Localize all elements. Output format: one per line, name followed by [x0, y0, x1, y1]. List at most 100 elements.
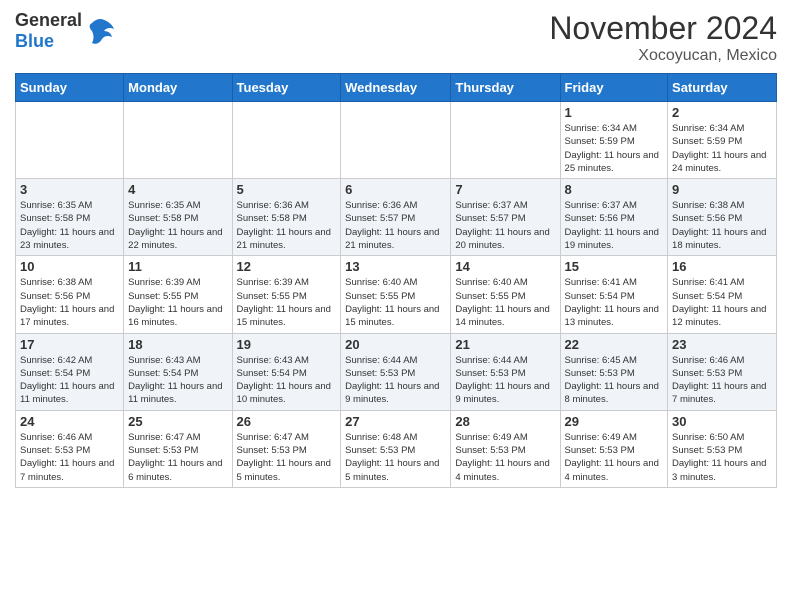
day-number: 26 — [237, 414, 337, 429]
calendar-cell: 13 Sunrise: 6:40 AM Sunset: 5:55 PM Dayli… — [341, 256, 451, 333]
day-info: Sunrise: 6:36 AM Sunset: 5:57 PM Dayligh… — [345, 199, 446, 252]
day-info: Sunrise: 6:37 AM Sunset: 5:57 PM Dayligh… — [455, 199, 555, 252]
day-info: Sunrise: 6:40 AM Sunset: 5:55 PM Dayligh… — [455, 276, 555, 329]
day-info: Sunrise: 6:43 AM Sunset: 5:54 PM Dayligh… — [128, 354, 227, 407]
calendar-cell — [232, 102, 341, 179]
calendar-cell: 28 Sunrise: 6:49 AM Sunset: 5:53 PM Dayli… — [451, 410, 560, 487]
calendar-cell: 4 Sunrise: 6:35 AM Sunset: 5:58 PM Daylig… — [124, 179, 232, 256]
page: General Blue November 2024 Xocoyucan, Me… — [0, 0, 792, 612]
month-title: November 2024 — [549, 10, 777, 47]
logo: General Blue — [15, 10, 116, 52]
day-number: 15 — [565, 259, 664, 274]
day-number: 16 — [672, 259, 772, 274]
logo-general-text: General — [15, 10, 82, 31]
day-info: Sunrise: 6:34 AM Sunset: 5:59 PM Dayligh… — [565, 122, 664, 175]
day-info: Sunrise: 6:44 AM Sunset: 5:53 PM Dayligh… — [345, 354, 446, 407]
calendar-cell: 18Sunrise: 6:43 AM Sunset: 5:54 PM Dayli… — [124, 333, 232, 410]
day-info: Sunrise: 6:38 AM Sunset: 5:56 PM Dayligh… — [672, 199, 772, 252]
calendar-cell: 21 Sunrise: 6:44 AM Sunset: 5:53 PM Dayli… — [451, 333, 560, 410]
day-info: Sunrise: 6:35 AM Sunset: 5:58 PM Dayligh… — [20, 199, 119, 252]
day-number: 30 — [672, 414, 772, 429]
calendar-cell: 17Sunrise: 6:42 AM Sunset: 5:54 PM Dayli… — [16, 333, 124, 410]
day-number: 24 — [20, 414, 119, 429]
day-number: 20 — [345, 337, 446, 352]
calendar-cell: 2 Sunrise: 6:34 AM Sunset: 5:59 PM Daylig… — [668, 102, 777, 179]
day-info: Sunrise: 6:36 AM Sunset: 5:58 PM Dayligh… — [237, 199, 337, 252]
day-info: Sunrise: 6:38 AM Sunset: 5:56 PM Dayligh… — [20, 276, 119, 329]
calendar-cell — [451, 102, 560, 179]
calendar-cell: 23Sunrise: 6:46 AM Sunset: 5:53 PM Dayli… — [668, 333, 777, 410]
calendar-table: SundayMondayTuesdayWednesdayThursdayFrid… — [15, 73, 777, 488]
week-row-4: 17Sunrise: 6:42 AM Sunset: 5:54 PM Dayli… — [16, 333, 777, 410]
day-number: 13 — [345, 259, 446, 274]
weekday-header-sunday: Sunday — [16, 74, 124, 102]
day-info: Sunrise: 6:47 AM Sunset: 5:53 PM Dayligh… — [128, 431, 227, 484]
weekday-header-friday: Friday — [560, 74, 668, 102]
day-info: Sunrise: 6:44 AM Sunset: 5:53 PM Dayligh… — [455, 354, 555, 407]
day-info: Sunrise: 6:43 AM Sunset: 5:54 PM Dayligh… — [237, 354, 337, 407]
calendar-cell: 5Sunrise: 6:36 AM Sunset: 5:58 PM Daylig… — [232, 179, 341, 256]
calendar-cell — [124, 102, 232, 179]
calendar-cell: 1 Sunrise: 6:34 AM Sunset: 5:59 PM Daylig… — [560, 102, 668, 179]
weekday-header-row: SundayMondayTuesdayWednesdayThursdayFrid… — [16, 74, 777, 102]
title-section: November 2024 Xocoyucan, Mexico — [549, 10, 777, 65]
day-number: 4 — [128, 182, 227, 197]
calendar-cell: 24Sunrise: 6:46 AM Sunset: 5:53 PM Dayli… — [16, 410, 124, 487]
weekday-header-monday: Monday — [124, 74, 232, 102]
day-number: 23 — [672, 337, 772, 352]
day-number: 6 — [345, 182, 446, 197]
calendar-cell: 8Sunrise: 6:37 AM Sunset: 5:56 PM Daylig… — [560, 179, 668, 256]
day-number: 11 — [128, 259, 227, 274]
day-number: 7 — [455, 182, 555, 197]
calendar-cell: 15Sunrise: 6:41 AM Sunset: 5:54 PM Dayli… — [560, 256, 668, 333]
day-info: Sunrise: 6:34 AM Sunset: 5:59 PM Dayligh… — [672, 122, 772, 175]
day-info: Sunrise: 6:47 AM Sunset: 5:53 PM Dayligh… — [237, 431, 337, 484]
calendar-cell: 3 Sunrise: 6:35 AM Sunset: 5:58 PM Daylig… — [16, 179, 124, 256]
day-number: 19 — [237, 337, 337, 352]
calendar-cell — [16, 102, 124, 179]
calendar-cell: 25 Sunrise: 6:47 AM Sunset: 5:53 PM Dayli… — [124, 410, 232, 487]
day-number: 29 — [565, 414, 664, 429]
day-number: 28 — [455, 414, 555, 429]
day-number: 21 — [455, 337, 555, 352]
calendar-cell: 22Sunrise: 6:45 AM Sunset: 5:53 PM Dayli… — [560, 333, 668, 410]
day-info: Sunrise: 6:42 AM Sunset: 5:54 PM Dayligh… — [20, 354, 119, 407]
day-number: 3 — [20, 182, 119, 197]
day-info: Sunrise: 6:40 AM Sunset: 5:55 PM Dayligh… — [345, 276, 446, 329]
calendar-cell: 14 Sunrise: 6:40 AM Sunset: 5:55 PM Dayli… — [451, 256, 560, 333]
day-info: Sunrise: 6:45 AM Sunset: 5:53 PM Dayligh… — [565, 354, 664, 407]
calendar-cell: 20 Sunrise: 6:44 AM Sunset: 5:53 PM Dayli… — [341, 333, 451, 410]
week-row-5: 24Sunrise: 6:46 AM Sunset: 5:53 PM Dayli… — [16, 410, 777, 487]
day-number: 2 — [672, 105, 772, 120]
logo-blue-text: Blue — [15, 31, 82, 52]
day-info: Sunrise: 6:49 AM Sunset: 5:53 PM Dayligh… — [455, 431, 555, 484]
day-number: 14 — [455, 259, 555, 274]
week-row-3: 10Sunrise: 6:38 AM Sunset: 5:56 PM Dayli… — [16, 256, 777, 333]
calendar-cell: 9 Sunrise: 6:38 AM Sunset: 5:56 PM Daylig… — [668, 179, 777, 256]
day-info: Sunrise: 6:49 AM Sunset: 5:53 PM Dayligh… — [565, 431, 664, 484]
location: Xocoyucan, Mexico — [549, 47, 777, 65]
day-info: Sunrise: 6:35 AM Sunset: 5:58 PM Dayligh… — [128, 199, 227, 252]
calendar-cell: 16 Sunrise: 6:41 AM Sunset: 5:54 PM Dayli… — [668, 256, 777, 333]
logo-bird-icon — [84, 15, 116, 47]
week-row-2: 3 Sunrise: 6:35 AM Sunset: 5:58 PM Daylig… — [16, 179, 777, 256]
calendar-cell: 30Sunrise: 6:50 AM Sunset: 5:53 PM Dayli… — [668, 410, 777, 487]
weekday-header-wednesday: Wednesday — [341, 74, 451, 102]
calendar-cell: 11 Sunrise: 6:39 AM Sunset: 5:55 PM Dayli… — [124, 256, 232, 333]
calendar-cell: 7 Sunrise: 6:37 AM Sunset: 5:57 PM Daylig… — [451, 179, 560, 256]
day-info: Sunrise: 6:39 AM Sunset: 5:55 PM Dayligh… — [128, 276, 227, 329]
weekday-header-thursday: Thursday — [451, 74, 560, 102]
header: General Blue November 2024 Xocoyucan, Me… — [15, 10, 777, 65]
day-number: 27 — [345, 414, 446, 429]
calendar-cell — [341, 102, 451, 179]
day-info: Sunrise: 6:37 AM Sunset: 5:56 PM Dayligh… — [565, 199, 664, 252]
day-info: Sunrise: 6:41 AM Sunset: 5:54 PM Dayligh… — [672, 276, 772, 329]
day-number: 25 — [128, 414, 227, 429]
calendar-cell: 12Sunrise: 6:39 AM Sunset: 5:55 PM Dayli… — [232, 256, 341, 333]
calendar-cell: 26 Sunrise: 6:47 AM Sunset: 5:53 PM Dayli… — [232, 410, 341, 487]
weekday-header-saturday: Saturday — [668, 74, 777, 102]
day-number: 9 — [672, 182, 772, 197]
calendar-cell: 19 Sunrise: 6:43 AM Sunset: 5:54 PM Dayli… — [232, 333, 341, 410]
day-number: 1 — [565, 105, 664, 120]
calendar-cell: 27Sunrise: 6:48 AM Sunset: 5:53 PM Dayli… — [341, 410, 451, 487]
